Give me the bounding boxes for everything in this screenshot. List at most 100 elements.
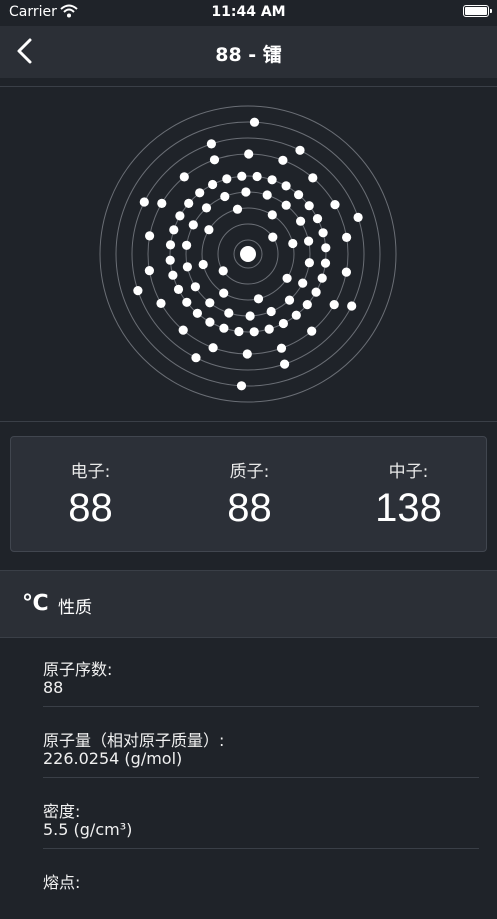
electron <box>198 259 208 270</box>
electron <box>244 149 254 159</box>
electron <box>190 282 200 292</box>
electron <box>311 287 321 297</box>
electron <box>304 236 314 246</box>
electron <box>205 317 215 327</box>
property-row: 原子序数: 88 <box>43 636 479 707</box>
electron <box>278 318 288 329</box>
particle-counts: 电子: 88 质子: 88 中子: 138 <box>10 436 487 552</box>
electron <box>268 232 278 242</box>
status-bar: Carrier 11:44 AM <box>0 0 497 26</box>
electron <box>353 212 363 222</box>
neutron-count-label: 中子: <box>388 462 429 482</box>
electron <box>178 325 188 335</box>
status-time: 11:44 AM <box>211 4 286 20</box>
electron <box>308 173 318 183</box>
electron <box>195 188 205 198</box>
electron <box>330 200 340 210</box>
electron <box>264 324 274 334</box>
electron <box>253 294 264 304</box>
electron <box>188 220 198 230</box>
electron <box>284 295 295 305</box>
electron <box>236 381 247 391</box>
electron <box>133 286 143 296</box>
property-value: 5.5 (g/cm³) <box>43 820 133 839</box>
property-row: 熔点: <box>43 849 479 919</box>
property-key: 密度: <box>43 802 81 821</box>
electron <box>288 238 298 249</box>
electron <box>173 284 184 294</box>
proton-count-label: 质子: <box>229 462 270 482</box>
atom-model <box>0 86 497 422</box>
electron <box>312 214 323 224</box>
electron <box>294 190 304 200</box>
electron <box>156 298 166 308</box>
electron-count-value: 88 <box>68 486 113 530</box>
electron-count: 电子: 88 <box>11 457 170 531</box>
electron <box>341 267 351 277</box>
electron <box>218 266 228 276</box>
property-key: 原子量（相对原子质量）: <box>43 731 225 750</box>
electron <box>192 308 202 318</box>
electron <box>139 197 149 207</box>
electron <box>266 306 276 317</box>
electron <box>241 187 251 197</box>
proton-count-value: 88 <box>227 486 272 530</box>
electron <box>179 172 189 182</box>
electron <box>182 240 192 250</box>
electron <box>298 278 308 288</box>
battery-icon <box>463 5 492 17</box>
electron <box>282 273 292 283</box>
electron <box>267 210 277 220</box>
electron <box>145 231 155 241</box>
electron-shell-diagram <box>99 105 397 403</box>
electron <box>262 190 272 200</box>
electron <box>307 326 317 336</box>
neutron-count: 中子: 138 <box>329 457 488 531</box>
electron <box>267 175 277 185</box>
thermometer-celsius-icon: ℃ <box>22 591 49 616</box>
electron <box>237 171 247 181</box>
electron <box>208 179 218 190</box>
properties-section-header[interactable]: ℃ 性质 <box>0 570 497 638</box>
electron <box>280 359 290 369</box>
electron <box>165 255 175 265</box>
electron <box>342 232 352 242</box>
electron <box>222 174 232 184</box>
electron <box>304 258 314 268</box>
electron <box>157 198 167 208</box>
electron <box>252 171 262 182</box>
electron <box>182 297 192 307</box>
property-value: 226.0254 (g/mol) <box>43 749 183 768</box>
section-title: 性质 <box>58 598 92 618</box>
electron <box>205 298 215 308</box>
electron <box>232 204 243 214</box>
electron <box>276 343 287 353</box>
electron <box>219 288 229 298</box>
electron <box>249 327 259 337</box>
electron <box>321 243 331 253</box>
electron <box>209 155 220 165</box>
nav-bar: 88 - 镭 <box>0 26 497 78</box>
electron <box>296 216 306 226</box>
electron <box>329 300 339 310</box>
electron <box>204 225 214 235</box>
property-row: 密度: 5.5 (g/cm³) <box>43 778 479 849</box>
electron <box>201 203 212 213</box>
electron <box>281 200 291 210</box>
electron <box>347 301 357 311</box>
electron <box>182 262 192 272</box>
electron <box>220 191 230 202</box>
neutron-count-value: 138 <box>375 486 442 530</box>
electron <box>184 198 194 208</box>
electron <box>242 349 252 359</box>
page-title: 88 - 镭 <box>215 44 282 66</box>
electron <box>144 266 154 276</box>
electron <box>206 139 216 149</box>
electron <box>169 225 179 235</box>
electron <box>320 258 331 268</box>
electron <box>318 228 328 238</box>
property-row: 原子量（相对原子质量）: 226.0254 (g/mol) <box>43 707 479 778</box>
electron <box>234 326 244 337</box>
electron <box>191 353 201 363</box>
electron <box>295 145 305 155</box>
